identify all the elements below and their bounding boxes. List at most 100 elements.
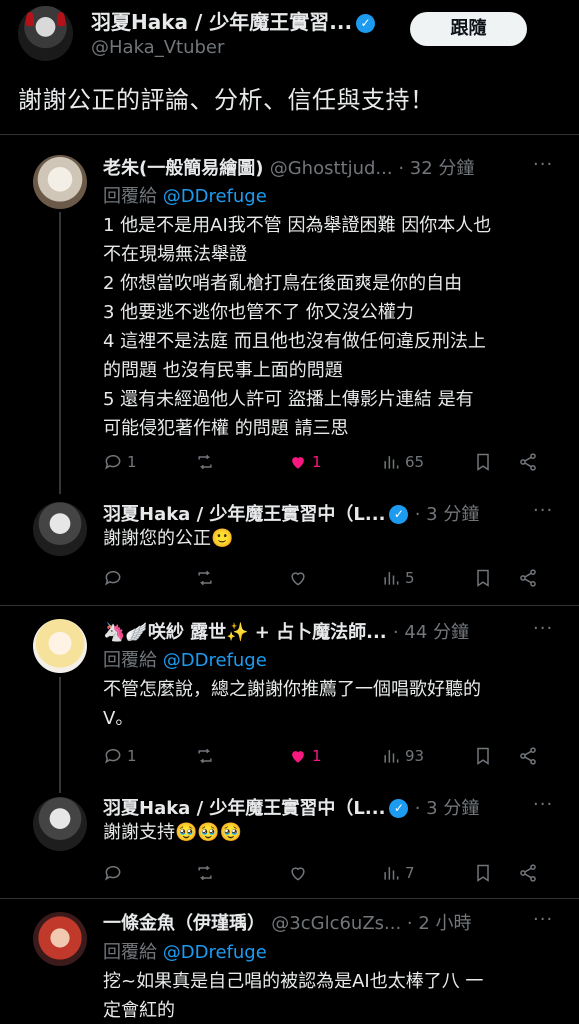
bookmark-button[interactable] xyxy=(473,565,493,591)
reply-author[interactable]: 🦄🪽咲紗 露世✨ + 占卜魔法師... · 44 分鐘 xyxy=(103,618,469,644)
reply-author-name[interactable]: 老朱(一般簡易繪圖) xyxy=(103,158,263,179)
reply-line: 1 他是不是用AI我不管 因為舉證困難 因你本人也 xyxy=(103,215,492,236)
retweet-button[interactable] xyxy=(195,565,215,591)
views-icon xyxy=(384,456,399,469)
reply-meta: @3cGlc6uZs... · 2 小時 xyxy=(271,913,472,934)
reply-text: 謝謝您的公正🙂 xyxy=(103,524,558,553)
mention-link[interactable]: @DDrefuge xyxy=(163,942,267,963)
retweet-icon xyxy=(198,454,212,470)
tweet-text: 謝謝公正的評論、分析、信任與支持！ xyxy=(18,86,435,114)
divider xyxy=(0,605,579,606)
like-count: 1 xyxy=(312,453,322,471)
reply-line: 謝謝您的公正🙂 xyxy=(103,528,234,549)
reply-text: 1 他是不是用AI我不管 因為舉證困難 因你本人也 不在現場無法舉證 2 你想當… xyxy=(103,211,558,443)
verified-badge-icon: ✓ xyxy=(389,799,409,818)
reply-author-name[interactable]: 一條金魚（伊瑾瑀） xyxy=(103,913,265,934)
divider xyxy=(0,134,579,135)
like-button[interactable]: 1 xyxy=(288,743,322,769)
views-button[interactable]: 7 xyxy=(381,860,415,886)
reply-author[interactable]: 一條金魚（伊瑾瑀） @3cGlc6uZs... · 2 小時 xyxy=(103,909,472,935)
more-icon[interactable]: ··· xyxy=(533,618,553,639)
like-button[interactable] xyxy=(288,565,308,591)
more-icon[interactable]: ··· xyxy=(533,794,553,815)
views-button[interactable]: 93 xyxy=(381,743,424,769)
replying-prefix: 回覆給 xyxy=(103,186,157,207)
reply-meta: · 44 分鐘 xyxy=(392,622,469,643)
reply-icon xyxy=(105,454,121,470)
reply-author[interactable]: 羽夏Haka / 少年魔王實習中（L... ✓ · 3 分鐘 xyxy=(103,500,479,526)
avatar[interactable] xyxy=(33,502,87,556)
heart-icon xyxy=(291,572,305,586)
views-button[interactable]: 65 xyxy=(381,449,424,475)
reply-author[interactable]: 羽夏Haka / 少年魔王實習中（L... ✓ · 3 分鐘 xyxy=(103,794,479,820)
reply-line: 2 你想當吹哨者亂槍打鳥在後面爽是你的自由 xyxy=(103,273,463,294)
replying-to: 回覆給 @DDrefuge xyxy=(103,182,267,208)
action-bar: 1 1 65 xyxy=(103,449,543,475)
reply-button[interactable]: 1 xyxy=(103,449,137,475)
verified-badge-icon: ✓ xyxy=(389,505,409,524)
heart-icon xyxy=(292,751,304,763)
reply-author-name[interactable]: 羽夏Haka / 少年魔王實習中（L... xyxy=(103,798,385,819)
more-icon[interactable]: ··· xyxy=(533,909,553,930)
action-bar: 7 xyxy=(103,860,543,886)
thread-line xyxy=(59,677,61,793)
avatar[interactable] xyxy=(33,619,87,673)
reply-author-name[interactable]: 羽夏Haka / 少年魔王實習中（L... xyxy=(103,504,385,525)
verified-badge-icon: ✓ xyxy=(356,14,376,33)
bookmark-button[interactable] xyxy=(473,449,493,475)
bookmark-button[interactable] xyxy=(473,860,493,886)
share-button[interactable] xyxy=(518,743,538,769)
reply-line: 不管怎麼說，總之謝謝你推薦了一個唱歌好聽的 xyxy=(103,679,481,700)
reply-text: 挖~如果真是自己唱的被認為是AI也太棒了八 一 定會紅的 xyxy=(103,967,558,1024)
retweet-button[interactable] xyxy=(195,449,215,475)
reply-author[interactable]: 老朱(一般簡易繪圖) @Ghosttjud... · 32 分鐘 xyxy=(103,154,474,180)
bookmark-icon xyxy=(477,747,489,765)
author-handle[interactable]: @Haka_Vtuber xyxy=(91,37,224,58)
share-button[interactable] xyxy=(518,860,538,886)
replying-to: 回覆給 @DDrefuge xyxy=(103,938,267,964)
reply-button[interactable] xyxy=(103,860,123,886)
reply-line: 4 這裡不是法庭 而且他也沒有做任何違反刑法上 xyxy=(103,331,486,352)
mention-link[interactable]: @DDrefuge xyxy=(163,186,267,207)
reply-author-name[interactable]: 🦄🪽咲紗 露世✨ + 占卜魔法師... xyxy=(103,622,387,643)
mention-link[interactable]: @DDrefuge xyxy=(163,650,267,671)
reply-button[interactable]: 1 xyxy=(103,743,137,769)
more-icon[interactable]: ··· xyxy=(533,154,553,175)
avatar[interactable] xyxy=(33,155,87,209)
thread-line xyxy=(59,212,61,494)
avatar[interactable] xyxy=(18,6,73,61)
share-button[interactable] xyxy=(518,565,538,591)
reply-icon xyxy=(105,865,121,881)
reply-meta: · 3 分鐘 xyxy=(414,798,480,819)
share-button[interactable] xyxy=(518,449,538,475)
divider xyxy=(0,898,579,899)
reply-text: 謝謝支持🥹🥹🥹 xyxy=(103,818,558,847)
avatar[interactable] xyxy=(33,912,87,966)
like-button[interactable] xyxy=(288,860,308,886)
retweet-button[interactable] xyxy=(195,743,215,769)
views-icon xyxy=(384,867,399,880)
views-icon xyxy=(384,572,399,585)
reply-line: 可能侵犯著作權 的問題 請三思 xyxy=(103,418,349,439)
avatar[interactable] xyxy=(33,797,87,851)
more-icon[interactable]: ··· xyxy=(533,500,553,521)
reply-button[interactable] xyxy=(103,565,123,591)
follow-button[interactable]: 跟隨 xyxy=(410,12,527,46)
bookmark-icon xyxy=(477,453,489,471)
replying-prefix: 回覆給 xyxy=(103,942,157,963)
like-button[interactable]: 1 xyxy=(288,449,322,475)
bookmark-button[interactable] xyxy=(473,743,493,769)
retweet-icon xyxy=(198,865,212,881)
view-count: 5 xyxy=(405,569,415,587)
share-icon xyxy=(520,864,536,882)
bookmark-icon xyxy=(477,864,489,882)
author-name[interactable]: 羽夏Haka / 少年魔王實習... ✓ xyxy=(91,6,376,35)
reply-line: 謝謝支持🥹🥹🥹 xyxy=(103,822,243,843)
reply-line: 的問題 也沒有民事上面的問題 xyxy=(103,360,343,381)
views-button[interactable]: 5 xyxy=(381,565,415,591)
retweet-button[interactable] xyxy=(195,860,215,886)
share-icon xyxy=(520,747,536,765)
action-bar: 1 1 93 xyxy=(103,743,543,769)
reply-icon xyxy=(105,570,121,586)
author-name-text[interactable]: 羽夏Haka / 少年魔王實習... xyxy=(91,10,352,34)
